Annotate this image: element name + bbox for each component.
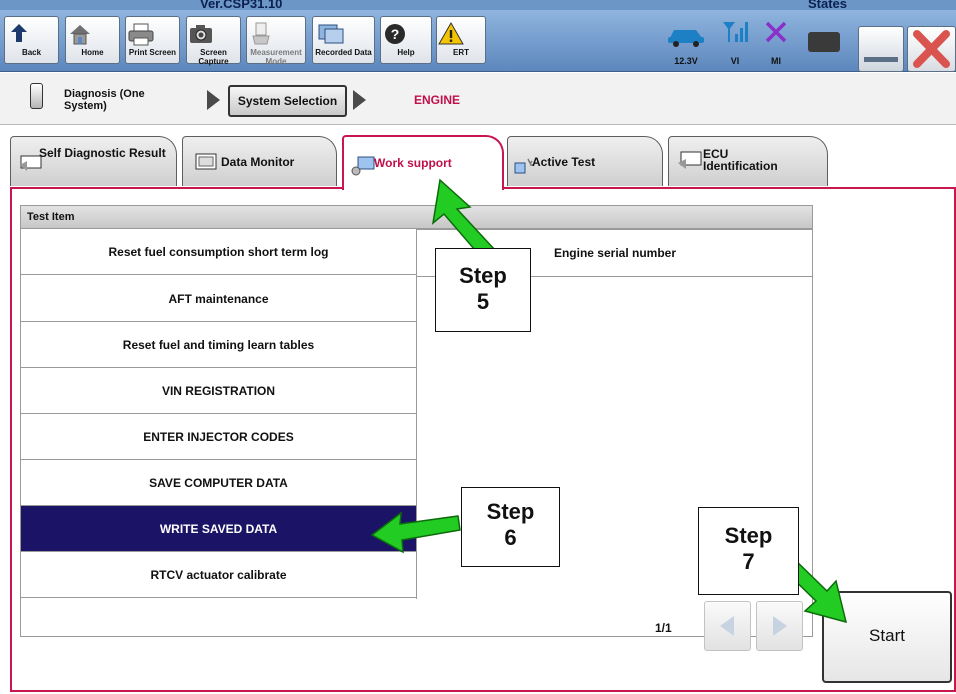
work-support-icon: [351, 156, 375, 176]
tab-work-support[interactable]: Work support: [342, 135, 504, 190]
home-label: Home: [81, 48, 104, 57]
measurement-mode-label: Measurement Mode: [250, 48, 302, 66]
test-item-row[interactable]: AFT maintenance: [21, 276, 416, 322]
vi-indicator: VI: [716, 16, 754, 66]
step-6-callout: Step 6: [461, 487, 560, 567]
car-icon: [668, 30, 704, 47]
x-icon: [765, 21, 787, 43]
toolbar: Back Home Print Screen Screen Capture Me…: [0, 10, 956, 72]
printer-icon: [128, 23, 154, 46]
breadcrumb-arrow-icon: [353, 90, 366, 110]
close-button[interactable]: [907, 26, 956, 72]
next-page-button[interactable]: [756, 601, 803, 651]
tab-bar: Self Diagnostic Result Data Monitor Work…: [0, 126, 956, 190]
title-strip: Ver.CSP31.10 States: [0, 0, 956, 10]
svg-text:?: ?: [391, 26, 400, 42]
column-divider: [416, 229, 417, 599]
screen-capture-label: Screen Capture: [198, 48, 229, 66]
test-item-row[interactable]: SAVE COMPUTER DATA: [21, 460, 416, 506]
recorded-data-button[interactable]: Recorded Data: [312, 16, 375, 64]
test-item-row[interactable]: Reset fuel and timing learn tables: [21, 322, 416, 368]
tab-label: ECU Identification: [703, 147, 778, 173]
minimize-icon: [864, 57, 898, 62]
ert-button[interactable]: ERT: [436, 16, 486, 64]
signal-icon: [723, 22, 748, 42]
close-icon: [913, 30, 950, 68]
tab-label: Active Test: [532, 155, 596, 169]
mi-indicator: MI: [757, 16, 795, 66]
tab-active-test[interactable]: Active Test: [507, 136, 663, 186]
test-item-row[interactable]: VIN REGISTRATION: [21, 368, 416, 414]
battery-icon: [808, 32, 840, 52]
ert-label: ERT: [453, 48, 469, 57]
print-screen-label: Print Screen: [128, 48, 177, 57]
home-icon: [70, 25, 90, 45]
breadcrumb-current-engine: ENGINE: [414, 93, 461, 107]
tab-ecu-identification[interactable]: ECU Identification: [668, 136, 828, 186]
start-button[interactable]: Start: [822, 591, 952, 683]
step-label: Step: [724, 523, 773, 548]
print-screen-button[interactable]: Print Screen: [125, 16, 180, 64]
tab-label: Self Diagnostic Result: [39, 146, 166, 160]
system-selection-button[interactable]: System Selection: [228, 85, 347, 117]
ecu-identification-icon: [678, 151, 702, 169]
test-item-row[interactable]: ENTER INJECTOR CODES: [21, 414, 416, 460]
measurement-icon: [252, 22, 270, 45]
previous-page-button[interactable]: [704, 601, 751, 651]
minimize-button[interactable]: [858, 26, 904, 72]
breadcrumb-diagnosis[interactable]: Diagnosis (One System): [64, 88, 184, 112]
help-button[interactable]: ? Help: [380, 16, 432, 64]
back-label: Back: [21, 48, 42, 57]
tab-self-diagnostic-result[interactable]: Self Diagnostic Result: [10, 136, 177, 186]
states-label: States: [808, 0, 848, 10]
step-number: 5: [476, 289, 490, 314]
vi-label: VI: [730, 56, 740, 66]
version-label: Ver.CSP31.10: [200, 0, 283, 10]
step-5-callout: Step 5: [435, 248, 531, 332]
recorded-data-label: Recorded Data: [315, 48, 372, 57]
camera-icon: [190, 25, 212, 43]
back-button[interactable]: Back: [4, 16, 59, 64]
measurement-mode-button[interactable]: Measurement Mode: [246, 16, 306, 66]
back-arrow-icon: [11, 24, 27, 42]
test-item-row[interactable]: Reset fuel consumption short term log: [21, 229, 416, 275]
right-arrow-icon: [773, 616, 787, 636]
screen-capture-button[interactable]: Screen Capture: [186, 16, 241, 66]
help-icon: ?: [385, 24, 405, 44]
breadcrumb-arrow-icon: [207, 90, 220, 110]
battery-voltage-indicator: 12.3V: [664, 16, 708, 66]
step-number: 6: [504, 525, 517, 550]
tab-label: Data Monitor: [221, 155, 295, 169]
step-7-callout: Step 7: [698, 507, 799, 595]
help-label: Help: [397, 48, 415, 57]
tab-label: Work support: [374, 156, 452, 170]
step-label: Step: [459, 263, 507, 288]
voltage-label: 12.3V: [674, 56, 698, 66]
step-number: 7: [742, 549, 755, 574]
breadcrumb: Diagnosis (One System) System Selection …: [0, 73, 956, 125]
home-button[interactable]: Home: [65, 16, 120, 64]
recorded-data-icon: [318, 24, 344, 44]
page-indicator: 1/1: [655, 621, 672, 635]
tab-data-monitor[interactable]: Data Monitor: [182, 136, 337, 186]
mi-label: MI: [771, 56, 781, 66]
test-item-header: Test Item: [20, 205, 813, 229]
test-item-row-selected[interactable]: WRITE SAVED DATA: [21, 506, 416, 552]
data-monitor-icon: [195, 153, 217, 170]
test-item-row[interactable]: RTCV actuator calibrate: [21, 552, 416, 598]
left-arrow-icon: [720, 616, 734, 636]
diagnosis-device-icon: [30, 83, 43, 109]
warning-icon: [438, 21, 464, 45]
step-label: Step: [486, 499, 535, 524]
